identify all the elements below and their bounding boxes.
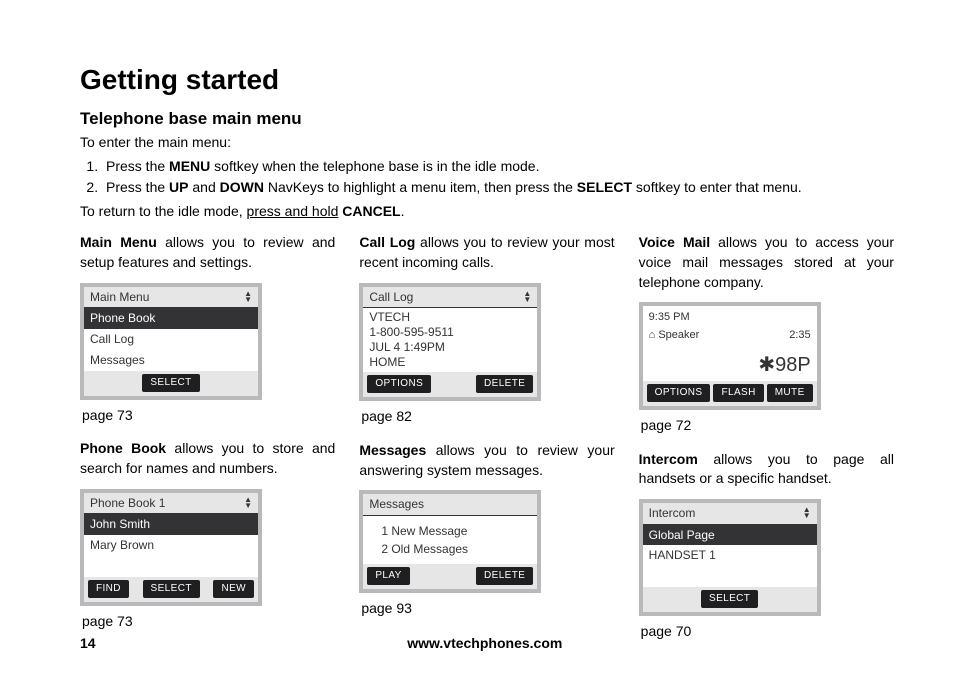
updown-icon: ▲▼ xyxy=(244,291,252,303)
screen-call-log: Call Log ▲▼ VTECH 1-800-595-9511 JUL 4 1… xyxy=(359,283,541,402)
messages-desc: Messages allows you to review your answe… xyxy=(359,441,614,480)
screen-phone-book: Phone Book 1 ▲▼ John Smith Mary Brown FI… xyxy=(80,489,262,606)
find-softkey[interactable]: FIND xyxy=(88,580,129,598)
footer-url: www.vtechphones.com xyxy=(407,634,562,654)
page-number: 14 xyxy=(80,634,96,654)
log-line: JUL 4 1:49PM xyxy=(369,340,531,355)
vm-time: 9:35 PM xyxy=(649,310,690,325)
steps-list: Press the MENU softkey when the telephon… xyxy=(102,157,894,198)
page-ref: page 73 xyxy=(82,612,335,632)
mute-softkey[interactable]: MUTE xyxy=(767,384,813,402)
updown-icon: ▲▼ xyxy=(803,507,811,519)
list-item[interactable]: Mary Brown xyxy=(84,535,258,556)
log-line: 1-800-595-9511 xyxy=(369,325,531,340)
screen-title: Main Menu ▲▼ xyxy=(84,287,258,309)
list-item[interactable]: Global Page xyxy=(643,525,817,546)
select-softkey[interactable]: SELECT xyxy=(142,374,199,392)
intro-text: To enter the main menu: xyxy=(80,133,894,153)
log-line: VTECH xyxy=(369,310,531,325)
step-2: Press the UP and DOWN NavKeys to highlig… xyxy=(102,178,894,198)
intercom-desc: Intercom allows you to page all handsets… xyxy=(639,450,894,489)
updown-icon: ▲▼ xyxy=(244,497,252,509)
page-footer: 14 www.vtechphones.com xyxy=(80,634,894,654)
home-icon: ⌂ xyxy=(649,329,656,341)
call-log-desc: Call Log allows you to review your most … xyxy=(359,233,614,272)
screen-messages: Messages 1 New Message 2 Old Messages PL… xyxy=(359,490,541,593)
return-note: To return to the idle mode, press and ho… xyxy=(80,202,894,222)
menu-item[interactable]: Messages xyxy=(84,350,258,371)
vm-duration: 2:35 xyxy=(789,328,810,343)
menu-item[interactable]: Call Log xyxy=(84,329,258,350)
msg-line: 1 New Message xyxy=(381,522,519,540)
list-item[interactable]: HANDSET 1 xyxy=(643,545,817,566)
select-softkey[interactable]: SELECT xyxy=(143,580,200,598)
column-main-menu: Main Menu allows you to review and setup… xyxy=(80,233,335,655)
page-ref: page 93 xyxy=(361,599,614,619)
options-softkey[interactable]: OPTIONS xyxy=(647,384,711,402)
voice-mail-desc: Voice Mail allows you to access your voi… xyxy=(639,233,894,292)
updown-icon: ▲▼ xyxy=(523,291,531,303)
phone-book-desc: Phone Book allows you to store and searc… xyxy=(80,439,335,478)
section-title: Telephone base main menu xyxy=(80,107,894,131)
menu-item[interactable]: Phone Book xyxy=(84,308,258,329)
step-1: Press the MENU softkey when the telephon… xyxy=(102,157,894,177)
column-voice-mail: Voice Mail allows you to access your voi… xyxy=(639,233,894,655)
main-menu-desc: Main Menu allows you to review and setup… xyxy=(80,233,335,272)
page-ref: page 72 xyxy=(641,416,894,436)
delete-softkey[interactable]: DELETE xyxy=(476,567,533,585)
page-ref: page 73 xyxy=(82,406,335,426)
screen-title: Intercom ▲▼ xyxy=(643,503,817,525)
new-softkey[interactable]: NEW xyxy=(213,580,254,598)
screen-intercom: Intercom ▲▼ Global Page HANDSET 1 SELECT xyxy=(639,499,821,616)
screen-title: Phone Book 1 ▲▼ xyxy=(84,493,258,515)
screen-voicemail: 9:35 PM ⌂Speaker 2:35 ✱98P OPTIONS FLASH… xyxy=(639,302,821,410)
page-title: Getting started xyxy=(80,60,894,99)
screen-title: Call Log ▲▼ xyxy=(363,287,537,309)
page-ref: page 82 xyxy=(361,407,614,427)
options-softkey[interactable]: OPTIONS xyxy=(367,375,431,393)
flash-softkey[interactable]: FLASH xyxy=(713,384,763,402)
vm-code: ✱98P xyxy=(643,345,817,381)
select-softkey[interactable]: SELECT xyxy=(701,590,758,608)
play-softkey[interactable]: PLAY xyxy=(367,567,409,585)
list-item[interactable]: John Smith xyxy=(84,514,258,535)
column-call-log: Call Log allows you to review your most … xyxy=(359,233,614,655)
msg-line: 2 Old Messages xyxy=(381,540,519,558)
delete-softkey[interactable]: DELETE xyxy=(476,375,533,393)
screen-main-menu: Main Menu ▲▼ Phone Book Call Log Message… xyxy=(80,283,262,400)
log-line: HOME xyxy=(369,355,531,370)
screen-title: Messages xyxy=(363,494,537,516)
